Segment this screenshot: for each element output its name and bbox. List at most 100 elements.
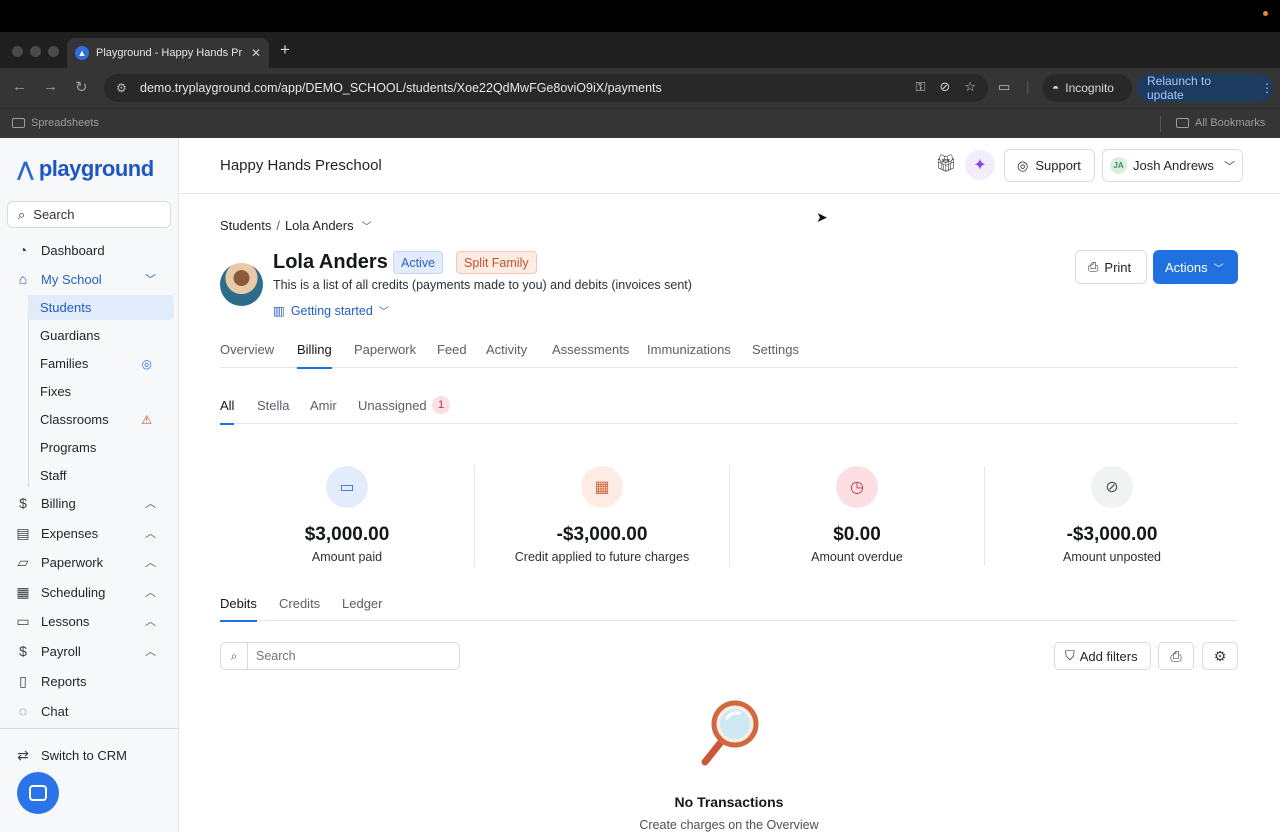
stat-label: Amount overdue <box>811 550 903 564</box>
gift-icon[interactable]: 🎁︎ <box>935 154 957 174</box>
tab-settings[interactable]: Settings <box>752 342 799 357</box>
browser-tab[interactable]: ▲ Playground - Happy Hands Pr ✕ <box>67 38 269 68</box>
sidebar-search[interactable]: ⌕ Search <box>7 201 171 228</box>
sidebar-subitem-programs[interactable]: Programs <box>28 435 174 460</box>
tab-ledger[interactable]: Ledger <box>342 596 382 611</box>
relaunch-button[interactable]: Relaunch to update ⋮ <box>1137 74 1273 102</box>
tab-all[interactable]: All <box>220 398 235 425</box>
tab-overview[interactable]: Overview <box>220 342 274 357</box>
sidebar-item-reports[interactable]: ▯ Reports <box>14 669 164 693</box>
ledger-tabs: Debits Credits Ledger <box>220 592 1238 622</box>
bookmark-star-icon[interactable]: ☆ <box>964 79 976 95</box>
bookmarks-divider <box>1160 116 1161 132</box>
playground-logo-icon: ⋀ <box>17 158 34 181</box>
tab-activity[interactable]: Activity <box>486 342 527 357</box>
window-zoom-control[interactable] <box>48 46 59 57</box>
print-table-button[interactable]: ⎙ <box>1158 642 1194 670</box>
add-filters-label: Add filters <box>1079 648 1138 664</box>
add-filters-button[interactable]: ⛉ Add filters <box>1054 642 1151 670</box>
sidebar-item-paperwork[interactable]: ▱ Paperwork ︿ <box>14 550 164 574</box>
sidebar-item-billing[interactable]: $ Billing ︿ <box>14 491 164 515</box>
getting-started-link[interactable]: ▥ Getting started ﹀ <box>273 303 389 319</box>
search-input[interactable] <box>248 649 448 663</box>
sidebar-item-label: Chat <box>41 703 69 719</box>
menu-kebab-icon[interactable]: ⋮ <box>1261 81 1273 95</box>
breadcrumb: Students / Lola Anders ﹀ <box>220 218 372 233</box>
incognito-icon: ◓ <box>1052 81 1060 95</box>
stat-label: Amount unposted <box>1063 550 1161 564</box>
sidebar-subitem-classrooms[interactable]: Classrooms ⚠ <box>28 407 174 432</box>
chevron-down-icon[interactable]: ﹀ <box>362 218 372 233</box>
tab-amir[interactable]: Amir <box>310 398 337 413</box>
tab-paperwork[interactable]: Paperwork <box>354 342 416 357</box>
forward-icon[interactable]: → <box>43 78 58 95</box>
close-tab-icon[interactable]: ✕ <box>251 46 261 60</box>
shuffle-icon: ⇄ <box>17 746 29 763</box>
eye-off-icon[interactable]: ⊘ <box>939 79 950 95</box>
back-icon[interactable]: ← <box>12 78 27 95</box>
address-bar[interactable]: ⚙ demo.tryplayground.com/app/DEMO_SCHOOL… <box>104 74 988 102</box>
table-settings-button[interactable]: ⚙ <box>1202 642 1238 670</box>
window-close-control[interactable] <box>12 46 23 57</box>
logo-text: playground <box>38 156 154 181</box>
site-settings-icon[interactable]: ⚙ <box>116 81 136 95</box>
sidebar-item-dashboard[interactable]: ◔ Dashboard <box>14 238 164 262</box>
print-label: Print <box>1104 259 1132 275</box>
sidebar-subitem-label: Fixes <box>40 384 72 399</box>
new-tab-icon[interactable]: + <box>280 40 290 60</box>
tab-assessments[interactable]: Assessments <box>552 342 629 357</box>
tab-feed[interactable]: Feed <box>437 342 467 357</box>
sidebar: ⋀ playground ⌕ Search ◔ Dashboard ⌂ My Sch… <box>0 138 179 832</box>
user-menu-button[interactable]: JA Josh Andrews ﹀ <box>1102 149 1243 182</box>
window-minimize-control[interactable] <box>30 46 41 57</box>
tab-stella[interactable]: Stella <box>257 398 290 413</box>
switch-to-crm-button[interactable]: ⇄ Switch to CRM <box>14 743 164 767</box>
bookmark-spreadsheets[interactable]: Spreadsheets <box>12 117 99 129</box>
printer-icon: ⎙ <box>1088 259 1099 274</box>
tab-credits[interactable]: Credits <box>279 596 320 611</box>
support-button[interactable]: ◎ Support <box>1004 149 1095 182</box>
sidebar-subitem-fixes[interactable]: Fixes <box>28 379 174 404</box>
tab-immunizations[interactable]: Immunizations <box>647 342 731 357</box>
key-icon[interactable]: ⚿ <box>916 79 926 95</box>
sidebar-item-scheduling[interactable]: ▦ Scheduling ︿ <box>14 580 164 604</box>
sidebar-subitem-families[interactable]: Families ◎ <box>28 351 174 376</box>
tab-unassigned[interactable]: Unassigned <box>358 398 427 413</box>
chevron-up-icon: ︿ <box>145 616 156 628</box>
tab-debits[interactable]: Debits <box>220 596 257 622</box>
sidebar-subitem-students[interactable]: Students <box>28 295 174 320</box>
folder-icon: ▭ <box>16 612 30 629</box>
stat-label: Amount paid <box>311 550 383 564</box>
side-panel-icon[interactable]: ▭ <box>998 79 1010 95</box>
playground-logo[interactable]: ⋀ playground <box>17 156 154 182</box>
sidebar-item-label: Dashboard <box>41 242 105 258</box>
sidebar-item-chat[interactable]: ◌ Chat <box>14 699 164 723</box>
support-chat-launcher[interactable] <box>17 772 59 814</box>
relaunch-label: Relaunch to update <box>1147 74 1212 102</box>
reload-icon[interactable]: ↻ <box>75 78 88 96</box>
status-badge: Active <box>393 251 444 274</box>
sidebar-item-my-school[interactable]: ⌂ My School ﹀ <box>14 267 164 291</box>
all-bookmarks[interactable]: All Bookmarks <box>1176 117 1265 129</box>
print-button[interactable]: ⎙ Print <box>1075 250 1147 284</box>
breadcrumb-students[interactable]: Students <box>220 218 271 233</box>
tab-billing[interactable]: Billing <box>297 342 332 369</box>
sidebar-item-payroll[interactable]: $ Payroll ︿ <box>14 639 164 663</box>
incognito-indicator[interactable]: ◓ Incognito <box>1042 74 1132 102</box>
breadcrumb-current[interactable]: Lola Anders <box>285 218 354 233</box>
sidebar-subitem-staff[interactable]: Staff <box>28 463 174 488</box>
incognito-label: Incognito <box>1065 81 1114 95</box>
sidebar-item-expenses[interactable]: ▤ Expenses ︿ <box>14 521 164 545</box>
chevron-up-icon: ︿ <box>145 557 156 569</box>
stat-amount: $0.00 <box>833 524 881 545</box>
sidebar-item-label: Scheduling <box>41 584 106 600</box>
sidebar-item-lessons[interactable]: ▭ Lessons ︿ <box>14 609 164 633</box>
ai-sparkle-icon[interactable]: ✦ <box>965 150 995 180</box>
transactions-search[interactable]: ⌕ <box>220 642 460 670</box>
actions-button[interactable]: Actions ﹀ <box>1153 250 1238 284</box>
sidebar-subitem-guardians[interactable]: Guardians <box>28 323 174 348</box>
gear-icon: ⚙ <box>1213 647 1227 664</box>
sidebar-subitem-label: Guardians <box>40 328 100 343</box>
calendar-icon: ▦ <box>581 466 623 508</box>
card-icon: ▤ <box>16 524 30 541</box>
